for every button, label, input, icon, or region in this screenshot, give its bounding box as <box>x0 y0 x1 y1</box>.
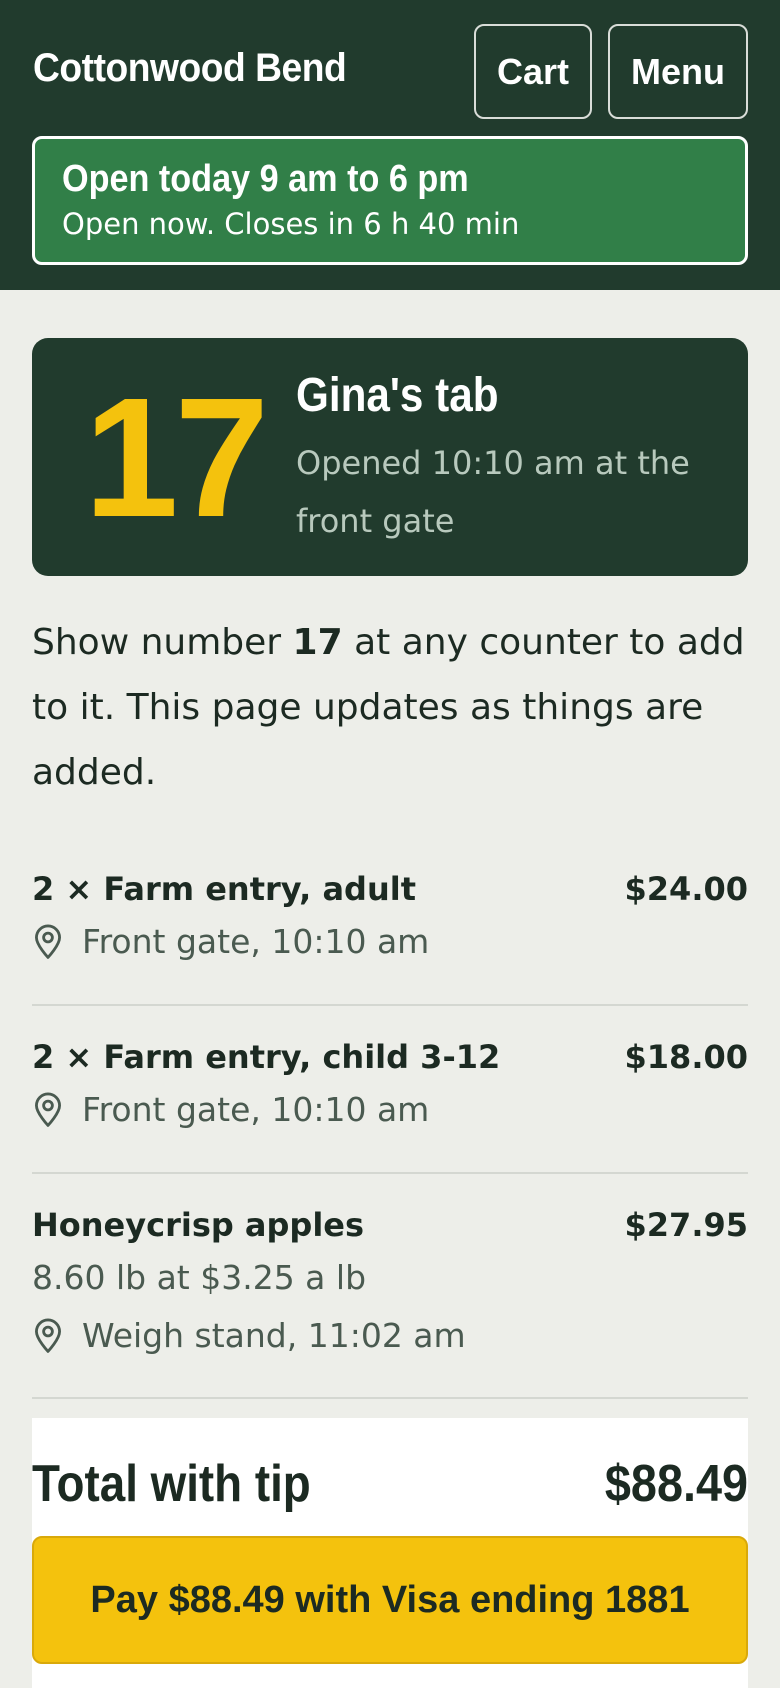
location-pin-icon <box>35 924 61 959</box>
item-location: Front gate, 10:10 am <box>32 922 429 961</box>
open-status: Open now. Closes in 6 h 40 min <box>62 207 520 241</box>
tab-name: Gina's tab <box>296 369 499 422</box>
item-weight-detail: 8.60 lb at $3.25 a lb <box>32 1258 367 1297</box>
hours-title: Open today 9 am to 6 pm <box>62 158 469 200</box>
item-location: Weigh stand, 11:02 am <box>32 1316 466 1355</box>
tab-instructions: Show number 17 at any counter to add to … <box>32 610 748 805</box>
item-location-text: Weigh stand, 11:02 am <box>82 1316 466 1355</box>
item-name: 2 × Farm entry, adult <box>32 870 416 908</box>
menu-button[interactable]: Menu <box>608 24 748 119</box>
item-name: Honeycrisp apples <box>32 1206 365 1244</box>
item-location: Front gate, 10:10 am <box>32 1090 429 1129</box>
item-price: $27.95 <box>624 1206 748 1244</box>
item-price: $24.00 <box>624 870 748 908</box>
instructions-text-start: Show number <box>32 622 293 663</box>
location-pin-icon <box>35 1092 61 1127</box>
item-location-text: Front gate, 10:10 am <box>82 922 430 961</box>
list-item: Honeycrisp apples $27.95 8.60 lb at $3.2… <box>32 1206 748 1399</box>
total-value: $88.49 <box>604 1455 748 1513</box>
item-price: $18.00 <box>624 1038 748 1076</box>
checkout-panel: Total with tip $88.49 Pay $88.49 with Vi… <box>32 1418 748 1688</box>
app-header: Cottonwood Bend Cart Menu Open today 9 a… <box>0 0 780 290</box>
item-location-text: Front gate, 10:10 am <box>82 1090 430 1129</box>
list-item: 2 × Farm entry, child 3-12 $18.00 Front … <box>32 1038 748 1174</box>
pay-button[interactable]: Pay $88.49 with Visa ending 1881 <box>32 1536 748 1664</box>
item-name: 2 × Farm entry, child 3-12 <box>32 1038 501 1076</box>
tab-card: 17 Gina's tab Opened 10:10 am at the fro… <box>32 338 748 576</box>
opening-hours-banner: Open today 9 am to 6 pm Open now. Closes… <box>32 136 748 265</box>
list-item: 2 × Farm entry, adult $24.00 Front gate,… <box>32 870 748 1006</box>
brand-name: Cottonwood Bend <box>33 46 347 90</box>
instructions-number: 17 <box>292 622 343 663</box>
total-label: Total with tip <box>32 1455 311 1513</box>
location-pin-icon <box>35 1318 61 1353</box>
tab-opened-info: Opened 10:10 am at the front gate <box>296 444 690 540</box>
tab-number: 17 <box>84 363 269 553</box>
cart-button[interactable]: Cart <box>474 24 592 119</box>
